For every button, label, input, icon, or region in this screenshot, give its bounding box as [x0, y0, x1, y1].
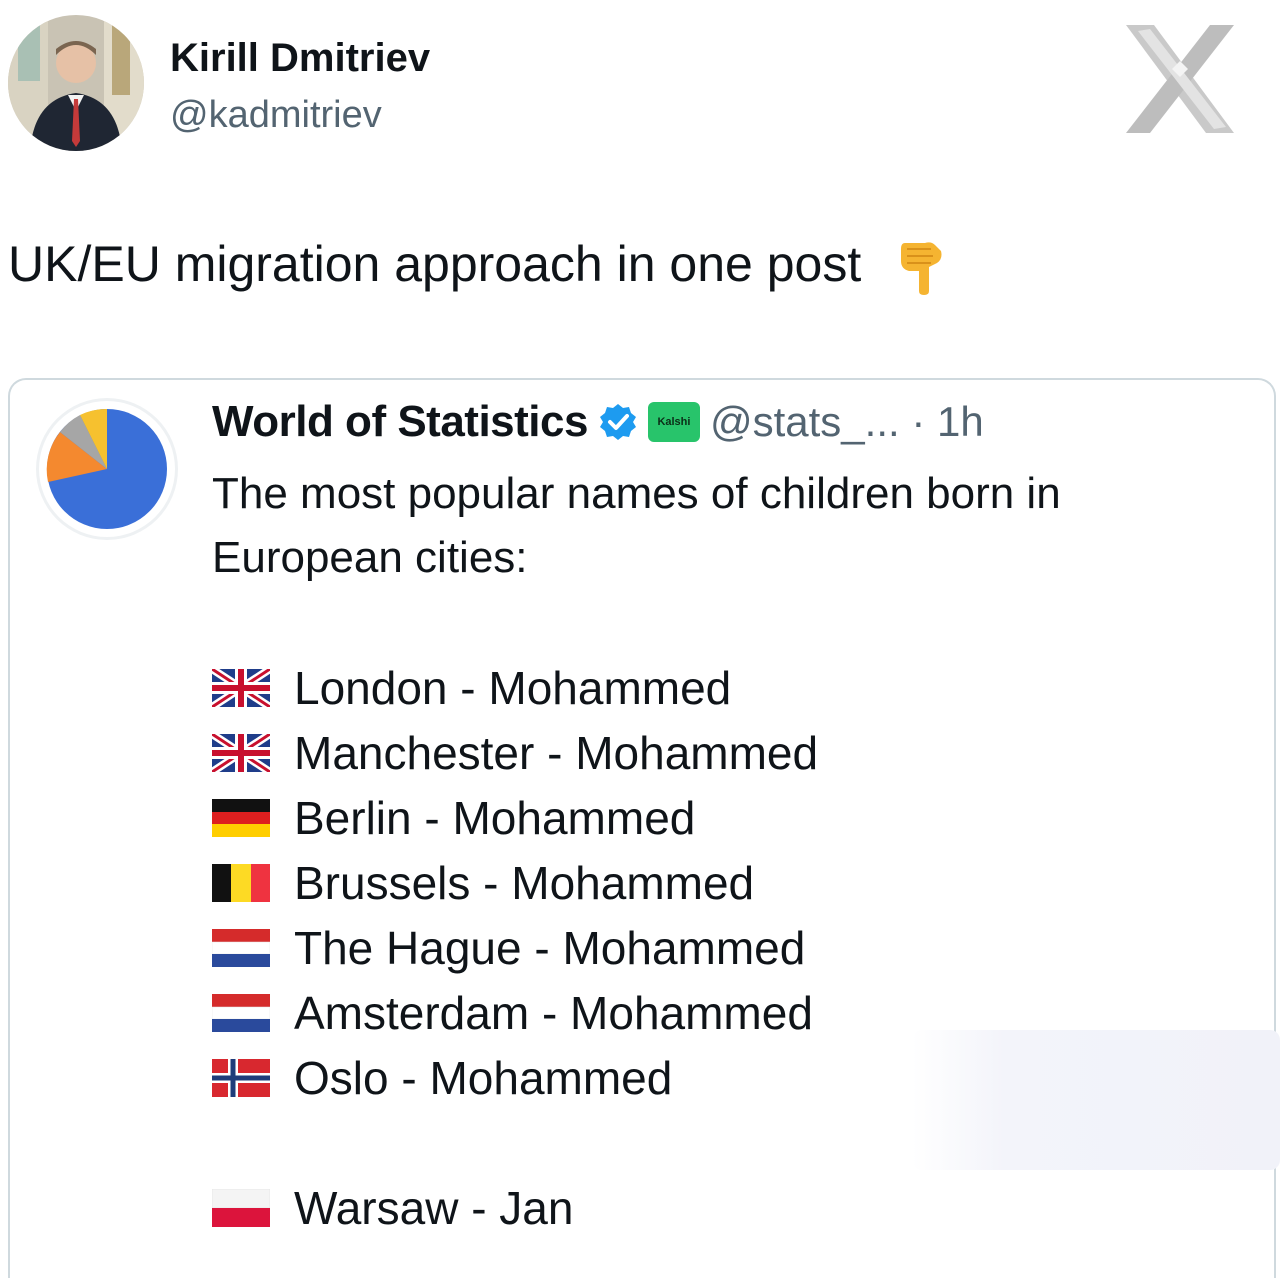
city-text: Berlin - Mohammed — [294, 792, 696, 844]
quoted-handle-time[interactable]: @stats_... · 1h — [710, 398, 984, 446]
tweet-text-content: UK/EU migration approach in one post — [8, 236, 862, 292]
uk-flag-icon — [212, 734, 270, 772]
list-item: Warsaw - Jan — [212, 1176, 573, 1240]
city-text: The Hague - Mohammed — [294, 922, 806, 974]
germany-flag-icon — [212, 799, 270, 837]
list-item: London - Mohammed — [212, 656, 731, 720]
quoted-text: The most popular names of children born … — [212, 469, 1061, 582]
quoted-avatar[interactable] — [36, 398, 178, 540]
list-item: Oslo - Mohammed — [212, 1046, 672, 1110]
list-item: Amsterdam - Mohammed — [212, 981, 813, 1045]
poland-flag-icon — [212, 1189, 270, 1227]
author-avatar[interactable] — [8, 15, 144, 151]
list-item: Manchester - Mohammed — [212, 721, 818, 785]
city-text: Amsterdam - Mohammed — [294, 987, 813, 1039]
uk-flag-icon — [212, 669, 270, 707]
verified-badge-icon — [599, 404, 636, 440]
norway-flag-icon — [212, 1059, 270, 1097]
list-item: The Hague - Mohammed — [212, 916, 805, 980]
person-photo-icon — [8, 15, 144, 151]
city-text: London - Mohammed — [294, 662, 732, 714]
x-logo-icon — [1118, 17, 1242, 141]
quoted-header: World of Statistics Kalshi @stats_... · … — [212, 396, 984, 448]
author-handle[interactable]: @kadmitriev — [170, 92, 382, 138]
netherlands-flag-icon — [212, 994, 270, 1032]
kalshi-badge-icon: Kalshi — [647, 402, 700, 442]
city-text: Oslo - Mohammed — [294, 1052, 673, 1104]
pie-chart-icon — [46, 408, 167, 529]
city-text: Manchester - Mohammed — [294, 727, 819, 779]
tweet-text: UK/EU migration approach in one post — [8, 234, 947, 297]
pointing-down-hand-icon — [897, 239, 947, 297]
blurred-overlay — [912, 1030, 1280, 1170]
list-item: Berlin - Mohammed — [212, 786, 695, 850]
list-item: Brussels - Mohammed — [212, 851, 754, 915]
quoted-author-name[interactable]: World of Statistics — [212, 397, 588, 447]
author-name[interactable]: Kirill Dmitriev — [170, 34, 430, 82]
netherlands-flag-icon — [212, 929, 270, 967]
city-text: Warsaw - Jan — [294, 1182, 574, 1234]
city-text: Brussels - Mohammed — [294, 857, 755, 909]
belgium-flag-icon — [212, 864, 270, 902]
